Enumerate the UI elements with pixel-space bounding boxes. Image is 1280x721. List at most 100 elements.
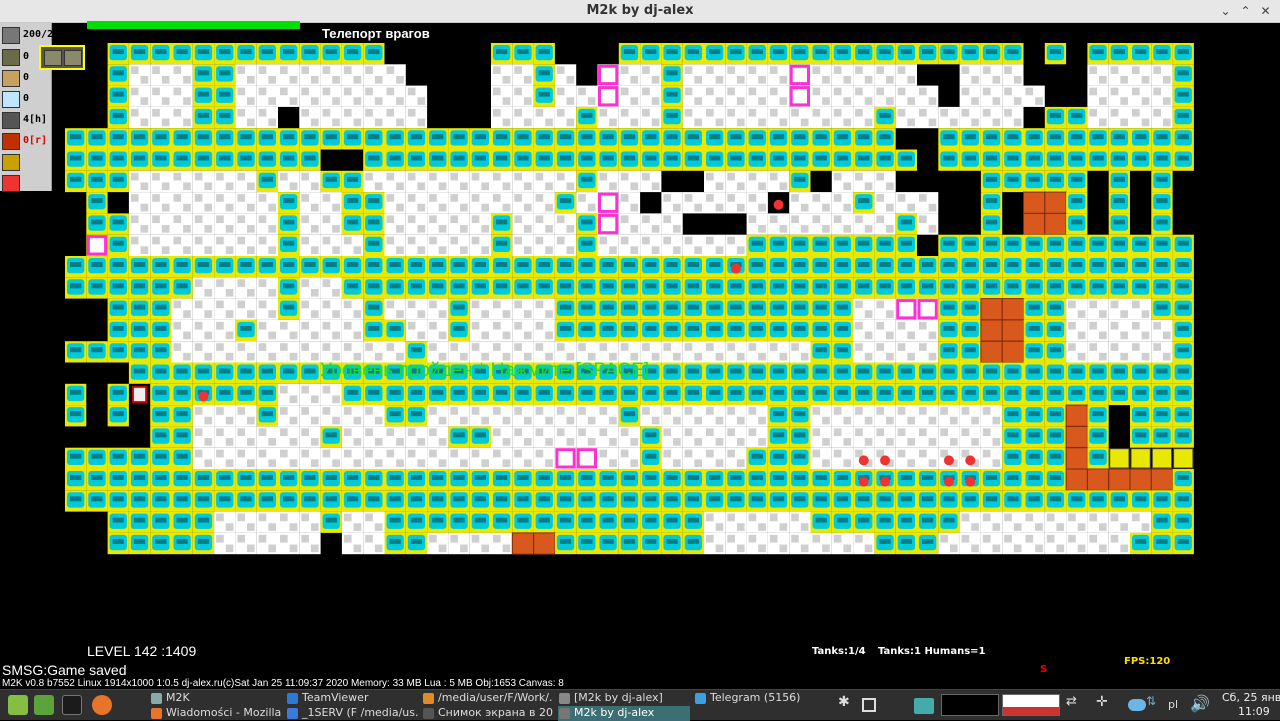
window-switch-icon[interactable] — [862, 698, 876, 712]
floor-tile — [959, 426, 981, 448]
network-arrows-icon[interactable]: ⇅ — [1146, 694, 1160, 716]
floor-tile — [512, 64, 534, 86]
floor-tile — [1087, 532, 1109, 555]
game-canvas[interactable] — [0, 23, 1280, 689]
language-indicator[interactable]: pl — [1168, 698, 1178, 711]
wall-tile — [1066, 192, 1088, 214]
taskbar-window-item[interactable]: Telegram (5156) — [694, 691, 824, 706]
wall-tile — [853, 192, 875, 214]
workspace-preview-2[interactable] — [1002, 694, 1060, 716]
wall-tile — [235, 383, 257, 406]
floor-tile — [704, 447, 726, 469]
wall-tile — [1066, 383, 1088, 406]
wall-tile — [214, 490, 236, 512]
floor-tile — [1108, 511, 1130, 533]
selected-item-slot[interactable] — [39, 45, 85, 70]
floor-tile — [256, 277, 278, 299]
taskbar-window-item[interactable]: Wiadomości - Mozilla ... — [150, 706, 282, 721]
floor-tile — [299, 234, 321, 256]
bluetooth-icon[interactable]: ✱ — [838, 694, 852, 716]
menu-icon[interactable] — [8, 695, 28, 715]
wall-tile — [235, 469, 257, 491]
network-icon[interactable] — [1128, 699, 1146, 711]
clock-time[interactable]: 11:09 — [1238, 705, 1270, 718]
taskbar-window-item[interactable]: _1SERV (F /media/us... — [286, 706, 418, 721]
wall-tile — [107, 469, 129, 491]
floor-tile — [1002, 511, 1024, 533]
taskbar-window-item[interactable]: TeamViewer — [286, 691, 416, 706]
arrows-icon[interactable]: ⇄ — [1066, 694, 1082, 716]
workspace-preview-1[interactable] — [941, 694, 999, 716]
chevron-down-icon[interactable]: ⌄ — [1218, 4, 1233, 19]
folder-icon[interactable] — [914, 698, 934, 714]
clock-date[interactable]: Сб, 25 янв — [1222, 691, 1280, 704]
floor-tile — [704, 192, 726, 214]
wall-tile — [1066, 277, 1088, 299]
wall-tile — [150, 383, 172, 406]
floor-tile — [895, 64, 917, 86]
taskbar-window-item[interactable]: M2k by dj-alex — [558, 706, 690, 721]
wall-tile — [150, 341, 172, 363]
floor-tile — [980, 405, 1003, 427]
wall-tile — [214, 43, 236, 65]
volume-icon[interactable]: 🔊 — [1190, 694, 1212, 716]
wall-tile — [65, 170, 87, 193]
floor-tile — [597, 426, 619, 448]
floor-tile — [278, 170, 300, 193]
chevron-up-icon[interactable]: ⌃ — [1238, 4, 1253, 19]
floor-tile — [1151, 64, 1173, 86]
wall-tile — [427, 149, 449, 171]
wall-tile — [1151, 277, 1173, 299]
wall-tile — [150, 149, 172, 171]
terminal-icon[interactable] — [62, 695, 82, 715]
taskbar-window-item[interactable]: Снимок экрана в 20... — [422, 706, 554, 721]
floor-tile — [512, 405, 534, 427]
wall-tile — [192, 256, 215, 278]
floor-tile — [320, 447, 342, 469]
close-icon[interactable]: ✕ — [1258, 4, 1273, 19]
wall-tile — [767, 319, 790, 342]
wall-tile — [384, 469, 406, 491]
wall-tile — [1066, 149, 1088, 171]
floor-tile — [171, 298, 193, 320]
wall-tile — [704, 277, 726, 299]
floor-tile — [874, 341, 896, 363]
wall-tile — [491, 256, 513, 278]
wall-tile — [1172, 85, 1194, 107]
wall-tile — [86, 170, 108, 193]
wall-tile — [661, 85, 683, 107]
taskbar-window-item[interactable]: /media/user/F/Work/... — [422, 691, 552, 706]
wall-tile — [810, 43, 832, 65]
move-icon[interactable]: ✛ — [1096, 694, 1114, 716]
wall-tile — [640, 426, 662, 448]
wall-tile — [1023, 298, 1045, 320]
firefox-icon[interactable] — [92, 695, 112, 715]
wall-tile — [789, 128, 811, 150]
taskbar-window-item[interactable]: M2K — [150, 691, 280, 706]
floor-tile — [725, 192, 747, 214]
floor-tile — [810, 447, 832, 469]
files-icon[interactable] — [34, 695, 54, 715]
wall-tile — [959, 319, 981, 342]
wall-tile — [1044, 43, 1067, 65]
floor-tile — [214, 298, 236, 320]
potion-item — [858, 476, 869, 487]
floor-tile — [512, 213, 534, 235]
wall-tile — [512, 43, 534, 65]
wall-tile — [150, 277, 172, 299]
floor-tile — [150, 213, 172, 235]
wall-tile — [597, 298, 619, 320]
floor-tile — [746, 405, 768, 427]
wall-tile — [405, 256, 428, 278]
floor-tile — [171, 319, 193, 342]
wall-tile — [1023, 170, 1045, 193]
floor-tile — [405, 106, 428, 129]
wall-tile — [1151, 426, 1173, 448]
wall-tile — [533, 64, 555, 86]
floor-tile — [256, 106, 278, 129]
taskbar-window-label: _1SERV (F /media/us... — [302, 706, 418, 719]
game-board[interactable] — [0, 23, 1280, 689]
taskbar-window-item[interactable]: [M2k by dj-alex] — [558, 691, 688, 706]
floor-tile — [320, 234, 342, 256]
floor-tile — [427, 426, 449, 448]
